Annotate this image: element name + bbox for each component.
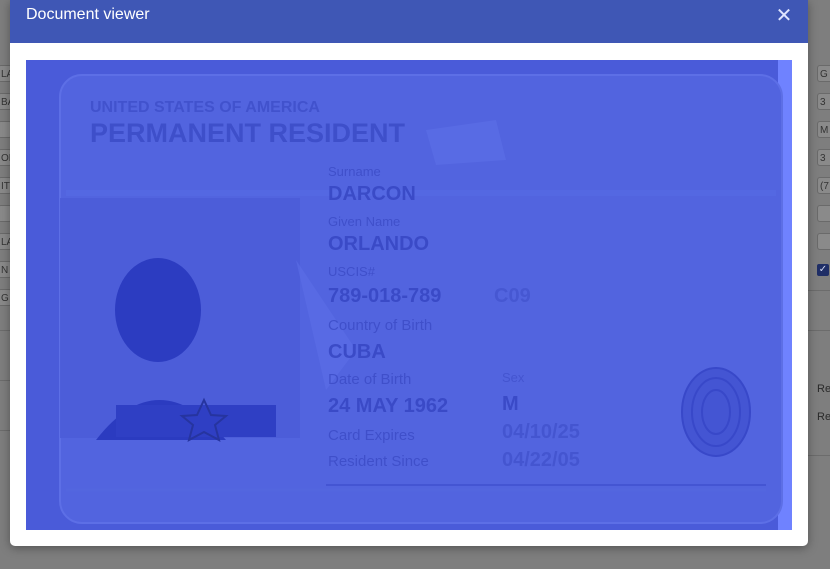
bg-divider [0,330,10,331]
country-value: CUBA [328,341,386,363]
category-value: C09 [494,285,531,307]
card-header-top: UNITED STATES OF AMERICA [90,99,320,116]
card-header-main: PERMANENT RESIDENT [90,118,406,148]
bg-divider [0,380,10,381]
surname-label: Surname [328,164,381,179]
bg-right-field-4[interactable]: 3 [817,149,830,166]
bg-right-field-1[interactable]: G [817,65,830,82]
sex-value: M [502,393,519,415]
surname-value: DARCON [328,183,416,205]
expires-label: Card Expires [328,427,415,444]
bg-divider [0,430,10,431]
bg-checkbox[interactable]: ✓ [817,264,829,276]
bg-right-field-6[interactable] [817,205,830,222]
country-label: Country of Birth [328,317,432,334]
uscis-number: 789-018-789 [328,285,441,307]
bg-right-field-5[interactable]: (7 [817,177,830,194]
expires-value: 04/10/25 [502,421,580,443]
resident-value: 04/22/05 [502,449,580,471]
sex-label: Sex [502,370,525,385]
document-viewer-modal: Document viewer ✕ UNITED STATES OF AMERI… [10,0,808,546]
close-icon[interactable]: ✕ [774,6,794,26]
modal-title: Document viewer [26,6,150,23]
given-name-value: ORLANDO [328,233,429,255]
document-image: UNITED STATES OF AMERICA PERMANENT RESID… [26,60,792,530]
dob-label: Date of Birth [328,371,411,388]
modal-header: Document viewer ✕ [10,0,808,43]
bg-right-field-2[interactable]: 3 [817,93,830,110]
bg-right-label-1: Re [817,383,830,395]
resident-label: Resident Since [328,453,429,470]
bg-divider [808,455,830,456]
bg-right-field-3[interactable]: M [817,121,830,138]
uscis-label: USCIS# [328,264,376,279]
bg-divider [808,330,830,331]
card-scan: UNITED STATES OF AMERICA PERMANENT RESID… [26,60,792,530]
bg-right-label-2: Re [817,411,830,423]
dob-value: 24 MAY 1962 [328,395,448,417]
bg-divider [808,290,830,291]
given-name-label: Given Name [328,214,400,229]
bg-right-field-7[interactable] [817,233,830,250]
